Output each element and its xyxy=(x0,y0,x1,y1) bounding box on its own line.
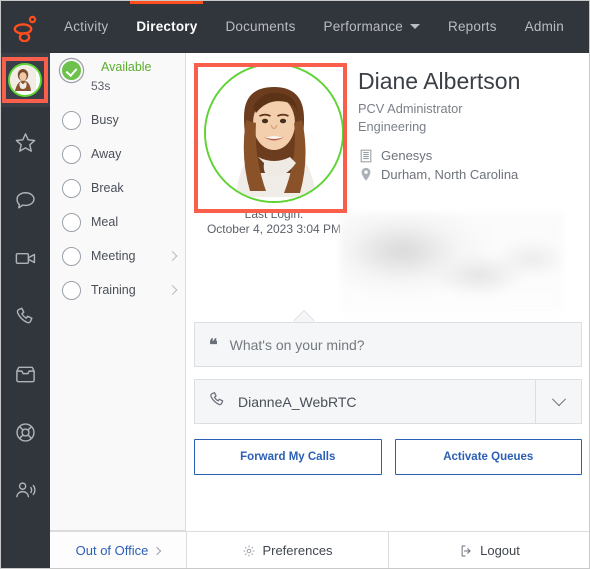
action-button-row: Forward My Calls Activate Queues xyxy=(194,439,582,475)
nav-item-reports[interactable]: Reports xyxy=(434,0,511,53)
chevron-right-icon xyxy=(153,546,162,555)
radio-icon xyxy=(62,280,81,300)
profile-department: Engineering xyxy=(358,119,427,134)
profile-widgets: ❝ What's on your mind? DianneA_WebRTC Fo… xyxy=(194,311,582,475)
app-root: Activity Directory Documents Performance… xyxy=(0,0,590,569)
profile-main-panel: Last Login: October 4, 2023 3:04 PM Dian… xyxy=(186,53,590,531)
chat-bubble-icon[interactable] xyxy=(0,171,50,229)
nav-item-label: Directory xyxy=(136,19,198,34)
status-item-meal[interactable]: Meal xyxy=(50,205,185,239)
phone-icon[interactable] xyxy=(0,287,50,345)
profile-job-title: PCV Administrator xyxy=(358,101,463,116)
page-title: Diane Albertson xyxy=(358,68,521,94)
logout-arrow-icon xyxy=(459,544,474,558)
status-item-duration: 53s xyxy=(91,78,111,93)
profile-organization: Genesys xyxy=(381,148,433,163)
radio-icon xyxy=(62,144,81,164)
top-navigation-bar: Activity Directory Documents Performance… xyxy=(0,0,590,53)
status-item-label: Break xyxy=(91,180,124,195)
person-speaking-icon[interactable] xyxy=(0,461,50,519)
quote-icon: ❝ xyxy=(209,336,218,354)
station-select-value-area[interactable]: DianneA_WebRTC xyxy=(195,390,535,414)
last-login-label: Last Login: xyxy=(244,207,304,221)
status-item-away[interactable]: Away xyxy=(50,137,185,171)
profile-location: Durham, North Carolina xyxy=(381,167,519,182)
nav-item-label: Documents xyxy=(225,19,296,34)
status-panel: Available 53s Busy Away Break Meal Meeti… xyxy=(50,53,186,531)
inbox-tray-icon[interactable] xyxy=(0,345,50,403)
preferences-label: Preferences xyxy=(262,543,333,558)
station-select-value: DianneA_WebRTC xyxy=(238,393,357,410)
status-item-label: Meeting xyxy=(91,248,136,263)
forward-my-calls-button[interactable]: Forward My Calls xyxy=(194,439,382,475)
building-icon xyxy=(358,149,374,163)
preferences-button[interactable]: Preferences xyxy=(187,532,389,569)
footer-bar: Out of Office Preferences Logout xyxy=(50,531,590,569)
out-of-office-label: Out of Office xyxy=(75,543,149,558)
logout-button[interactable]: Logout xyxy=(389,532,590,569)
profile-meta: Genesys Durham, North Carolina xyxy=(358,146,520,184)
rail-avatar-button[interactable] xyxy=(0,53,50,107)
profile-avatar-column: Last Login: October 4, 2023 3:04 PM xyxy=(194,63,354,237)
status-item-busy[interactable]: Busy xyxy=(50,103,185,137)
chevron-down-icon xyxy=(410,24,420,29)
user-avatar xyxy=(8,63,42,97)
status-message-wrap: ❝ What's on your mind? xyxy=(194,311,582,367)
nav-item-label: Admin xyxy=(524,19,564,34)
profile-avatar[interactable] xyxy=(204,63,344,203)
profile-location-row: Durham, North Carolina xyxy=(358,165,520,184)
out-of-office-button[interactable]: Out of Office xyxy=(50,532,187,569)
radio-icon xyxy=(62,246,81,266)
star-icon[interactable] xyxy=(0,113,50,171)
nav-item-activity[interactable]: Activity xyxy=(50,0,122,53)
profile-info-column: Diane Albertson PCV Administrator Engine… xyxy=(354,63,520,237)
status-item-available[interactable]: Available 53s xyxy=(50,53,185,103)
status-item-label: Away xyxy=(91,146,122,161)
button-label: Activate Queues xyxy=(443,451,534,463)
left-icon-rail xyxy=(0,53,50,569)
radio-checked-icon xyxy=(62,61,81,80)
genesys-logo-icon[interactable] xyxy=(0,0,50,53)
last-login: Last Login: October 4, 2023 3:04 PM xyxy=(194,207,354,237)
button-label: Forward My Calls xyxy=(240,451,336,463)
status-item-label: Meal xyxy=(91,214,119,229)
blurred-details-block xyxy=(340,213,563,313)
station-select[interactable]: DianneA_WebRTC xyxy=(194,379,582,424)
status-item-label: Available xyxy=(101,60,152,74)
last-login-value: October 4, 2023 3:04 PM xyxy=(206,222,342,236)
logout-label: Logout xyxy=(480,543,520,558)
nav-items: Activity Directory Documents Performance… xyxy=(50,0,578,53)
status-message-input[interactable]: ❝ What's on your mind? xyxy=(194,322,582,367)
nav-item-label: Reports xyxy=(448,19,497,34)
nav-item-performance[interactable]: Performance xyxy=(310,0,434,53)
phone-handset-icon xyxy=(208,390,227,414)
profile-organization-row: Genesys xyxy=(358,146,520,165)
nav-item-label: Performance xyxy=(323,19,403,34)
status-item-training[interactable]: Training xyxy=(50,273,185,307)
chevron-right-icon xyxy=(167,251,178,261)
gear-icon xyxy=(242,544,256,558)
nav-item-label: Activity xyxy=(64,19,109,34)
status-item-label: Busy xyxy=(91,112,119,127)
video-camera-icon[interactable] xyxy=(0,229,50,287)
profile-header: Last Login: October 4, 2023 3:04 PM Dian… xyxy=(186,53,590,237)
chevron-right-icon xyxy=(167,285,178,295)
radio-icon xyxy=(62,110,81,130)
chevron-down-icon[interactable] xyxy=(535,380,581,423)
lifebuoy-icon[interactable] xyxy=(0,403,50,461)
activate-queues-button[interactable]: Activate Queues xyxy=(394,439,582,475)
status-message-placeholder: What's on your mind? xyxy=(229,336,365,353)
status-item-meeting[interactable]: Meeting xyxy=(50,239,185,273)
status-item-break[interactable]: Break xyxy=(50,171,185,205)
nav-item-documents[interactable]: Documents xyxy=(211,0,309,53)
nav-item-admin[interactable]: Admin xyxy=(511,0,578,53)
radio-icon xyxy=(62,212,81,232)
nav-item-directory[interactable]: Directory xyxy=(122,0,211,53)
radio-icon xyxy=(62,178,81,198)
status-item-label: Training xyxy=(91,282,136,297)
map-pin-icon xyxy=(358,167,374,182)
bubble-pointer xyxy=(293,311,315,322)
